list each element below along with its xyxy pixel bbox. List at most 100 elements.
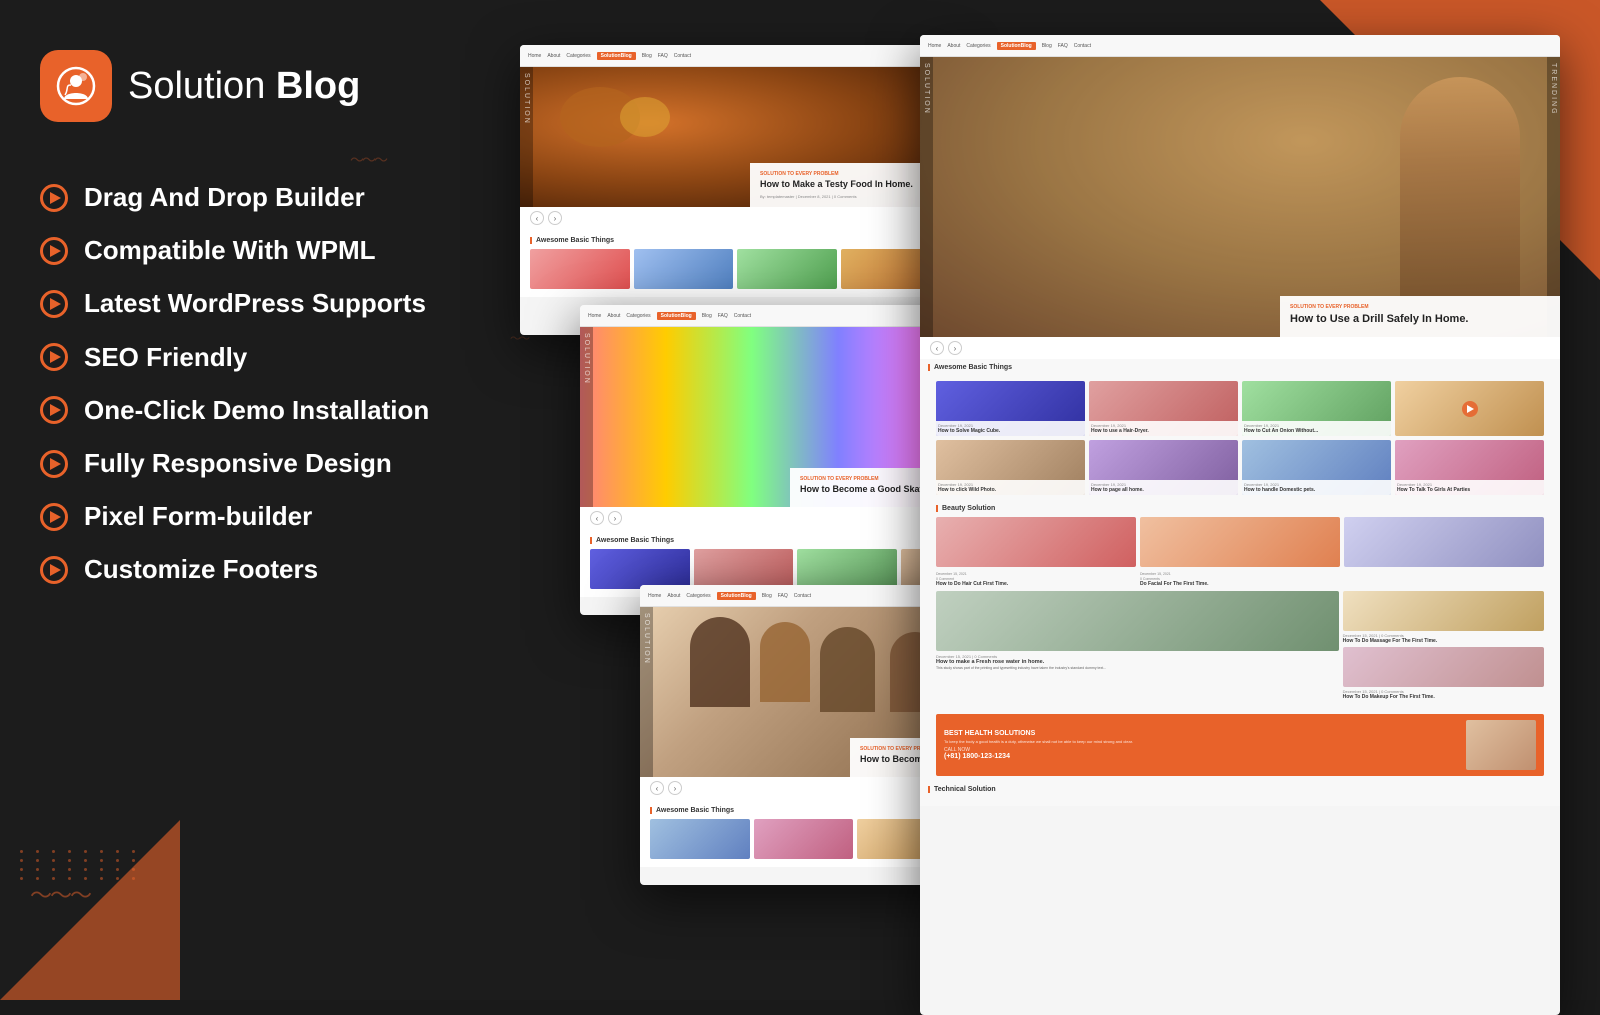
features-list: Drag And Drop Builder Compatible With WP… (40, 182, 460, 586)
person-3 (820, 627, 875, 712)
feature-label: Latest WordPress Supports (84, 288, 426, 319)
feature-item: Compatible With WPML (40, 235, 460, 266)
food-content: Awesome Basic Things (520, 229, 950, 297)
play-icon (40, 184, 68, 212)
next-arrow[interactable]: › (668, 781, 682, 795)
drill-content: Awesome Basic Things December 19, 2021 H… (920, 359, 1560, 806)
person-1 (690, 617, 750, 707)
health-cta-banner: BEST HEALTH SOLUTIONS To keep the body a… (936, 714, 1544, 776)
beauty-thumb-1 (936, 517, 1136, 567)
beauty-section-title: Beauty Solution (936, 505, 1544, 512)
thumb-title: How to Solve Magic Cube. (938, 428, 1083, 434)
technical-section: Technical Solution (928, 781, 1552, 801)
beauty-title-2: Do Facial For The First Time. (1140, 581, 1209, 587)
cta-desc: To keep the body a good health is a duty… (944, 739, 1458, 745)
nav-logo: SolutionBlog (717, 592, 756, 600)
beauty-large-desc: This study shows part of the printing an… (936, 666, 1339, 671)
drill-thumb-hair: December 19, 2021 How to use a Hair-Drye… (1089, 381, 1238, 436)
beauty-item-3 (1344, 571, 1544, 587)
nav-cat: Categories (566, 53, 590, 59)
nav-about: About (607, 313, 620, 319)
next-arrow[interactable]: › (548, 211, 562, 225)
food-thumb-1 (530, 249, 630, 289)
prev-arrow[interactable]: ‹ (590, 511, 604, 525)
play-icon (40, 556, 68, 584)
beauty-section: Beauty Solution December 15, 20210 Comme… (928, 500, 1552, 709)
thumb-title: How to click Wild Photo. (938, 487, 1083, 493)
left-panel: Solution Blog Drag And Drop Builder Comp… (0, 0, 500, 1000)
side-label-solution: SOLUTION (580, 327, 593, 507)
food-thumb-2 (634, 249, 734, 289)
play-icon (40, 450, 68, 478)
prev-arrow[interactable]: ‹ (530, 211, 544, 225)
feature-item: SEO Friendly (40, 342, 460, 373)
nav-logo: SolutionBlog (597, 52, 636, 60)
drill-thumb-pets-info: December 19, 2021 How to handle Domestic… (1242, 480, 1391, 495)
beauty-thumb-6 (1343, 647, 1544, 687)
drill-thumb-page: December 19, 2021 How to page all home. (1089, 440, 1238, 495)
play-icon (40, 396, 68, 424)
beauty-item5-title: How To Do Massage For The First Time. (1343, 638, 1544, 644)
food-navbar: Home About Categories SolutionBlog Blog … (520, 45, 950, 67)
feature-item: One-Click Demo Installation (40, 395, 460, 426)
nav-cat: Categories (966, 43, 990, 49)
nav-about: About (547, 53, 560, 59)
drill-thumb-grid: December 19, 2021 How to Solve Magic Cub… (928, 376, 1552, 500)
thumb-title: How to handle Domestic pets. (1244, 487, 1389, 493)
feature-item: Customize Footers (40, 554, 460, 585)
side-label-solution: SOLUTION (520, 67, 533, 207)
drill-thumb-girls: December 19, 2021 How To Talk To Girls A… (1395, 440, 1544, 495)
next-arrow[interactable]: › (948, 341, 962, 355)
nav-home: Home (588, 313, 601, 319)
drill-thumb-pets: December 19, 2021 How to handle Domestic… (1242, 440, 1391, 495)
fashion-thumb-2 (694, 549, 794, 589)
play-icon (40, 290, 68, 318)
food-arrows: ‹ › (520, 207, 950, 229)
feature-label: Drag And Drop Builder (84, 182, 365, 213)
nav-logo: SolutionBlog (657, 312, 696, 320)
drill-thumb-onion: December 19, 2021 How to Cut An Onion Wi… (1242, 381, 1391, 436)
nav-faq: FAQ (1058, 43, 1068, 49)
food-section-title: Awesome Basic Things (530, 237, 940, 244)
beauty-item-2: December 15, 20210 Comments Do Facial Fo… (1140, 571, 1340, 587)
beauty-large-thumb (936, 591, 1339, 651)
logo-area: Solution Blog (40, 50, 460, 122)
nav-home: Home (928, 43, 941, 49)
nav-contact: Contact (1074, 43, 1091, 49)
feature-label: SEO Friendly (84, 342, 247, 373)
beauty-right-col: December 15, 2021 | 0 Comments How To Do… (1343, 591, 1544, 700)
prev-arrow[interactable]: ‹ (930, 341, 944, 355)
next-arrow[interactable]: › (608, 511, 622, 525)
drill-arrows: ‹ › (920, 337, 1560, 359)
drill-navbar: Home About Categories SolutionBlog Blog … (920, 35, 1560, 57)
person-2 (760, 622, 810, 702)
play-button-overlay (1462, 401, 1478, 417)
prev-arrow[interactable]: ‹ (650, 781, 664, 795)
nav-home: Home (528, 53, 541, 59)
nav-about: About (667, 593, 680, 599)
screenshots-container: Home About Categories SolutionBlog Blog … (520, 25, 1570, 975)
food-hero-tag: SOLUTION TO EVERY PROBLEM (760, 171, 940, 177)
nav-faq: FAQ (718, 313, 728, 319)
nav-blog: Blog (702, 313, 712, 319)
beauty-large-title: How to make a Fresh rose water in home. (936, 659, 1339, 666)
nav-contact: Contact (674, 53, 691, 59)
drill-thumb-page-info: December 19, 2021 How to page all home. (1089, 480, 1238, 495)
drill-thumb-photo-info: December 19, 2021 How to click Wild Phot… (936, 480, 1085, 495)
nav-contact: Contact (734, 313, 751, 319)
feature-label: One-Click Demo Installation (84, 395, 429, 426)
nav-contact: Contact (794, 593, 811, 599)
drill-section-title: Awesome Basic Things (928, 364, 1552, 371)
drill-hero-title: How to Use a Drill Safely In Home. (1290, 312, 1550, 326)
fashion-thumb-1 (590, 549, 690, 589)
beauty-large-text: December 15, 2021 | 0 Comments How to ma… (936, 591, 1339, 700)
cta-title: BEST HEALTH SOLUTIONS (944, 730, 1458, 737)
drill-hero-wrap: SOLUTION TRENDING SOLUTION TO EVERY PROB… (920, 57, 1560, 337)
nav-home: Home (648, 593, 661, 599)
feature-label: Compatible With WPML (84, 235, 376, 266)
beauty-thumb-2 (1140, 517, 1340, 567)
fashion-thumb-3 (797, 549, 897, 589)
beauty-titles-row: December 15, 20210 Comment How to Do Hai… (936, 571, 1544, 591)
feature-label: Pixel Form-builder (84, 501, 312, 532)
nav-cat: Categories (686, 593, 710, 599)
